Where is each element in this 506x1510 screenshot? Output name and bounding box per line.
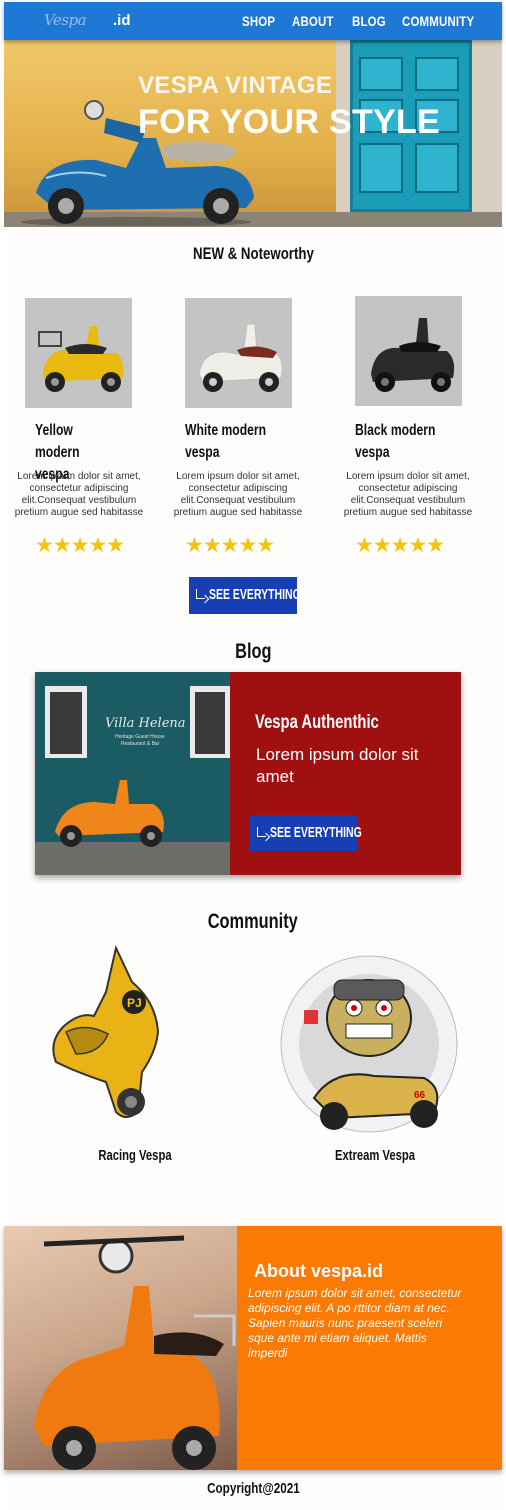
- brand-logo-suffix[interactable]: .id: [113, 12, 131, 29]
- community-heading-wrap: Community: [4, 910, 502, 934]
- blog-sign-subtitle: Heritage Guest House: [115, 734, 165, 740]
- product-desc-yellow: Lorem ipsum dolor sit amet, consectetur …: [14, 471, 144, 518]
- footer: Copyright@2021: [4, 1480, 502, 1497]
- extream-number-badge: 66: [414, 1090, 426, 1101]
- nav-link-community[interactable]: COMMUNITY: [402, 13, 474, 29]
- blog-post-title[interactable]: Vespa Authenthic: [255, 712, 379, 734]
- blog-sign-title: Villa Helena: [105, 716, 186, 731]
- product-name-line2: vespa: [355, 444, 390, 461]
- arrow-return-icon: [257, 827, 266, 837]
- community-label-racing[interactable]: Racing Vespa: [94, 1147, 177, 1164]
- about-section: About vespa.id Lorem ipsum dolor sit ame…: [4, 1226, 502, 1470]
- yellow-scooter-icon: [38, 326, 124, 392]
- see-everything-label: SEE EVERYTHING: [209, 586, 301, 603]
- copyright-text: Copyright@2021: [206, 1480, 300, 1497]
- blog-post-excerpt: Lorem ipsum dolor sit amet: [256, 745, 419, 786]
- about-title: About vespa.id: [254, 1261, 384, 1281]
- product-name-white[interactable]: White modern vespa: [185, 420, 269, 464]
- product-name-line1: Black modern: [355, 422, 436, 439]
- brand-logo[interactable]: Vespa: [44, 11, 87, 29]
- page: Vespa .id SHOP ABOUT BLOG COMMUNITY VESP…: [4, 0, 502, 1510]
- racing-vespa-image[interactable]: PJ: [46, 942, 176, 1122]
- blog-image: Villa Helena Heritage Guest House Restau…: [35, 672, 230, 875]
- see-everything-button[interactable]: SEE EVERYTHING: [189, 577, 301, 614]
- nav-link-about[interactable]: ABOUT: [292, 13, 334, 29]
- blog-card-content: Vespa Authenthic Lorem ipsum dolor sit a…: [230, 672, 461, 875]
- about-image: [4, 1226, 237, 1470]
- products-heading: NEW & Noteworthy: [192, 244, 314, 263]
- blog-heading-wrap: Blog: [4, 640, 502, 664]
- black-scooter-icon: [371, 318, 455, 392]
- hero-title-line2: FOR YOUR STYLE: [138, 103, 441, 141]
- product-name-black[interactable]: Black modern vespa: [355, 420, 439, 464]
- product-name-line1: Yellow modern: [35, 422, 80, 461]
- product-rating-black: ★★★★★: [355, 534, 445, 557]
- products-heading-wrap: NEW & Noteworthy: [4, 244, 502, 264]
- product-image-white[interactable]: [185, 298, 292, 408]
- orange-scooter-image: [34, 1235, 236, 1470]
- product-rating-yellow: ★★★★★: [35, 534, 125, 557]
- extream-vespa-image[interactable]: 66: [274, 948, 464, 1140]
- product-desc-white: Lorem ipsum dolor sit amet, consectetur …: [173, 471, 303, 518]
- arrow-return-icon: [196, 589, 205, 599]
- blog-heading: Blog: [234, 640, 272, 663]
- hero-title-line1: VESPA VINTAGE: [138, 72, 333, 99]
- blog-see-everything-button[interactable]: SEE EVERYTHING: [250, 815, 362, 851]
- product-image-black[interactable]: [355, 296, 462, 406]
- nav-link-blog[interactable]: BLOG: [352, 13, 386, 29]
- product-name-line1: White modern: [185, 422, 267, 439]
- blog-card[interactable]: Villa Helena Heritage Guest House Restau…: [35, 672, 461, 875]
- product-rating-white: ★★★★★: [185, 534, 275, 557]
- community-heading: Community: [207, 910, 299, 933]
- product-name-line2: vespa: [185, 444, 220, 461]
- hero-banner: VESPA VINTAGE FOR YOUR STYLE: [4, 40, 502, 227]
- blog-sign-caption: Restaurant & Bar: [121, 741, 160, 747]
- nav-link-shop[interactable]: SHOP: [242, 13, 275, 29]
- product-image-yellow[interactable]: [25, 298, 132, 408]
- community-label-extream[interactable]: Extream Vespa: [334, 1147, 417, 1164]
- blog-scooter-image: [35, 672, 230, 875]
- white-scooter-icon: [198, 323, 283, 392]
- racing-number-badge: PJ: [127, 996, 142, 1010]
- product-desc-black: Lorem ipsum dolor sit amet, consectetur …: [343, 471, 473, 518]
- top-nav: Vespa .id SHOP ABOUT BLOG COMMUNITY: [4, 2, 502, 40]
- about-body: Lorem ipsum dolor sit amet, consectetur …: [248, 1286, 462, 1360]
- blog-see-everything-label: SEE EVERYTHING: [270, 824, 362, 841]
